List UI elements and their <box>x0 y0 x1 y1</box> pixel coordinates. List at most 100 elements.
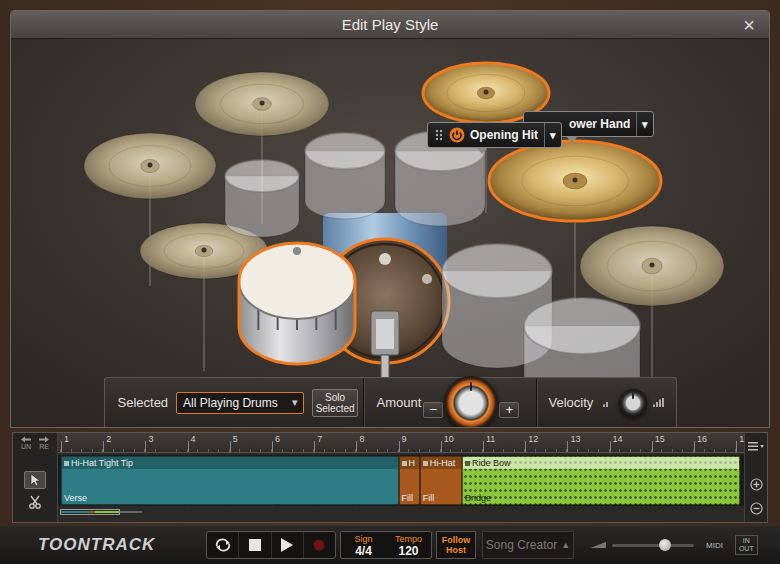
bar-tick <box>188 441 189 453</box>
tag-label: ower Hand <box>569 117 630 131</box>
time-signature[interactable]: Sign4/4 <box>341 532 386 558</box>
container <box>522 156 629 206</box>
fill-region[interactable]: HFill <box>399 456 420 505</box>
container <box>447 74 525 111</box>
region-menu-icon[interactable] <box>402 461 407 466</box>
bar-number: 15 <box>655 434 665 444</box>
bar-tick <box>272 441 273 453</box>
title-bar: Edit Play Style× <box>11 11 769 39</box>
solo-selected-button[interactable]: Solo Selected <box>312 389 358 417</box>
zoom-column <box>744 433 767 522</box>
close-button[interactable]: × <box>729 15 769 35</box>
container <box>450 128 465 143</box>
drum-kit-view: ower Hand▾Opening Hit▾SelectedAll Playin… <box>11 39 769 427</box>
bar-tick <box>694 441 695 453</box>
region-section: Verse <box>62 493 398 504</box>
track-menu-button[interactable] <box>748 437 764 455</box>
bar-tick <box>736 441 737 453</box>
drum[interactable] <box>239 243 355 364</box>
drum[interactable] <box>305 133 385 219</box>
bar-tick <box>103 441 104 453</box>
container <box>440 138 442 140</box>
region-menu-icon[interactable] <box>64 461 69 466</box>
container <box>659 399 661 407</box>
amount-knob[interactable] <box>444 376 498 429</box>
redo-icon <box>38 436 50 443</box>
container <box>607 241 696 291</box>
divider <box>536 378 537 427</box>
amount-minus-button[interactable]: − <box>423 402 443 418</box>
groove-region[interactable]: Hi-Hat Tight Tip Verse <box>61 456 399 505</box>
volume-slider[interactable] <box>612 544 694 547</box>
pointer-tool[interactable] <box>24 471 46 489</box>
container <box>436 134 438 136</box>
overview-viewport[interactable] <box>60 509 120 515</box>
bar-number: 1 <box>64 434 69 444</box>
grip-icon[interactable] <box>433 128 445 142</box>
midi-label: MIDI <box>706 541 723 550</box>
amount-plus-button[interactable]: + <box>499 402 519 418</box>
menu-icon <box>748 441 764 451</box>
play-style-tag[interactable]: Opening Hit▾ <box>427 122 562 148</box>
record-button[interactable] <box>304 532 335 558</box>
container <box>164 234 243 269</box>
power-icon[interactable] <box>449 127 465 143</box>
fill-region[interactable]: Hi-Hat Fill <box>420 456 462 505</box>
volume-handle[interactable] <box>659 539 671 551</box>
bar-tick <box>61 441 62 453</box>
bar-number: 14 <box>613 434 623 444</box>
container <box>36 504 40 508</box>
selection-section: SelectedAll Playing Drums▾Solo Selected <box>105 378 363 427</box>
region-menu-icon[interactable] <box>465 461 470 466</box>
tag-dropdown-button[interactable]: ▾ <box>636 112 653 136</box>
container <box>260 101 265 106</box>
groove-region[interactable]: Ride BowBridge <box>462 456 741 505</box>
sign-value: 4/4 <box>355 545 372 557</box>
redo-label: RE <box>39 443 49 451</box>
knob-pointer <box>632 393 634 399</box>
container <box>563 173 587 189</box>
container <box>440 130 442 132</box>
zoom-in-button[interactable] <box>750 477 763 495</box>
play-button[interactable] <box>272 532 304 558</box>
cymbal[interactable] <box>84 133 216 286</box>
undo-button[interactable]: UN <box>20 436 32 451</box>
loop-button[interactable] <box>207 532 239 558</box>
split-tool[interactable] <box>24 493 46 511</box>
region-section: Fill <box>421 493 461 504</box>
bar-tick <box>230 441 231 453</box>
region-header: Hi-Hat Tight Tip <box>62 457 398 469</box>
container <box>442 244 552 298</box>
zoom-out-icon <box>750 502 763 515</box>
container <box>21 437 31 443</box>
song-creator-label: Song Creator <box>486 538 557 552</box>
container <box>249 539 261 551</box>
velocity-knob[interactable] <box>619 389 647 417</box>
scissors-icon <box>28 495 42 509</box>
container <box>440 134 442 136</box>
redo-button[interactable]: RE <box>38 436 50 451</box>
region-header: Hi-Hat <box>421 457 461 469</box>
sign-tempo-display: Sign4/4Tempo120 <box>340 531 432 559</box>
tag-dropdown-button[interactable]: ▾ <box>544 123 561 147</box>
container <box>379 253 391 265</box>
midi-in-label: IN <box>739 537 754 545</box>
overview-region <box>61 511 90 513</box>
drum[interactable] <box>225 160 299 237</box>
region-menu-icon[interactable] <box>423 461 428 466</box>
overview-strip <box>58 506 744 522</box>
container <box>225 160 299 192</box>
bar-number: 10 <box>444 434 454 444</box>
follow-host-button[interactable]: Follow Host <box>436 531 476 559</box>
tempo[interactable]: Tempo120 <box>386 532 431 558</box>
song-creator-button[interactable]: Song Creator▲ <box>482 531 574 559</box>
region-label: Hi-Hat <box>430 458 456 468</box>
stop-button[interactable] <box>239 532 271 558</box>
container <box>422 274 432 284</box>
selected-dropdown[interactable]: All Playing Drums▾ <box>176 392 304 414</box>
undo-redo: UN RE <box>20 436 50 451</box>
midi-out-label: OUT <box>739 545 754 553</box>
zoom-out-button[interactable] <box>750 501 763 519</box>
bar-number: 16 <box>697 434 707 444</box>
container <box>477 87 495 99</box>
